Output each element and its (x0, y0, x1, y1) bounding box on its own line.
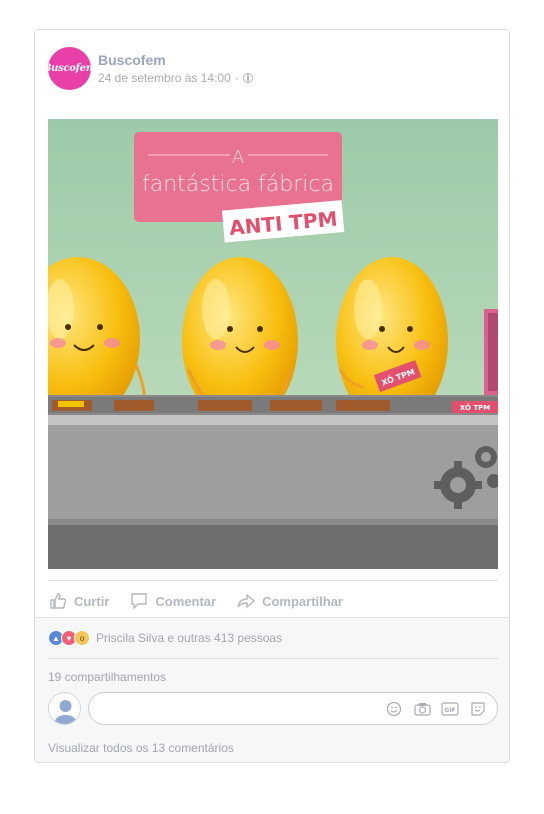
post-meta: 24 de setembro às 14:00 · (98, 71, 253, 85)
like-label: Curtir (74, 593, 110, 609)
post-card: Buscofem Buscofem 24 de setembro às 14:0… (34, 29, 510, 763)
camera-icon[interactable] (413, 701, 431, 717)
shares-count[interactable]: 19 compartilhamentos (48, 670, 166, 684)
page-avatar[interactable]: Buscofem (48, 47, 91, 90)
comment-label: Comentar (155, 593, 217, 609)
wow-reaction-icon: o (74, 630, 90, 646)
reactions-text[interactable]: Priscila Silva e outras 413 pessoas (96, 631, 282, 645)
post-image[interactable]: A fantástica fábrica ANTI TPM XÔ TPM XÔ … (48, 119, 498, 569)
thumbs-up-icon (50, 593, 67, 609)
belt-box-label: XÔ TPM (460, 403, 490, 412)
avatar-logo-text: Buscofem (48, 63, 91, 74)
reactions-summary[interactable]: ▲ ♥ o Priscila Silva e outras 413 pessoa… (48, 630, 282, 646)
like-button[interactable]: Curtir (48, 588, 109, 614)
share-label: Compartilhar (262, 593, 343, 609)
actions-divider (48, 580, 498, 581)
footer-divider (48, 658, 498, 659)
share-icon (237, 593, 256, 609)
view-all-comments-link[interactable]: Visualizar todos os 13 comentários (48, 741, 234, 755)
banner-line-2: fantástica fábrica (142, 172, 334, 197)
comment-input[interactable]: GIF (88, 692, 498, 725)
factory-illustration: A fantástica fábrica ANTI TPM XÔ TPM XÔ … (48, 119, 498, 569)
page-name-link[interactable]: Buscofem (98, 52, 166, 68)
post-footer: ▲ ♥ o Priscila Silva e outras 413 pessoa… (35, 617, 509, 762)
post-timestamp[interactable]: 24 de setembro às 14:00 (98, 71, 231, 85)
gif-icon[interactable]: GIF (441, 701, 459, 717)
user-avatar (48, 692, 81, 725)
banner-line-1: A (232, 147, 244, 168)
user-silhouette-icon (54, 700, 77, 724)
comment-button[interactable]: Comentar (129, 588, 216, 614)
globe-icon (242, 73, 253, 83)
sticker-icon[interactable] (469, 701, 487, 717)
meta-separator: · (234, 71, 239, 85)
comment-icon (131, 593, 148, 610)
comment-composer: GIF (48, 692, 498, 728)
share-button[interactable]: Compartilhar (236, 588, 343, 614)
svg-text:GIF: GIF (444, 707, 455, 714)
comment-input-tools: GIF (385, 701, 487, 717)
post-actions: Curtir Comentar Compartilhar (48, 588, 498, 614)
emoji-icon[interactable] (385, 701, 403, 717)
